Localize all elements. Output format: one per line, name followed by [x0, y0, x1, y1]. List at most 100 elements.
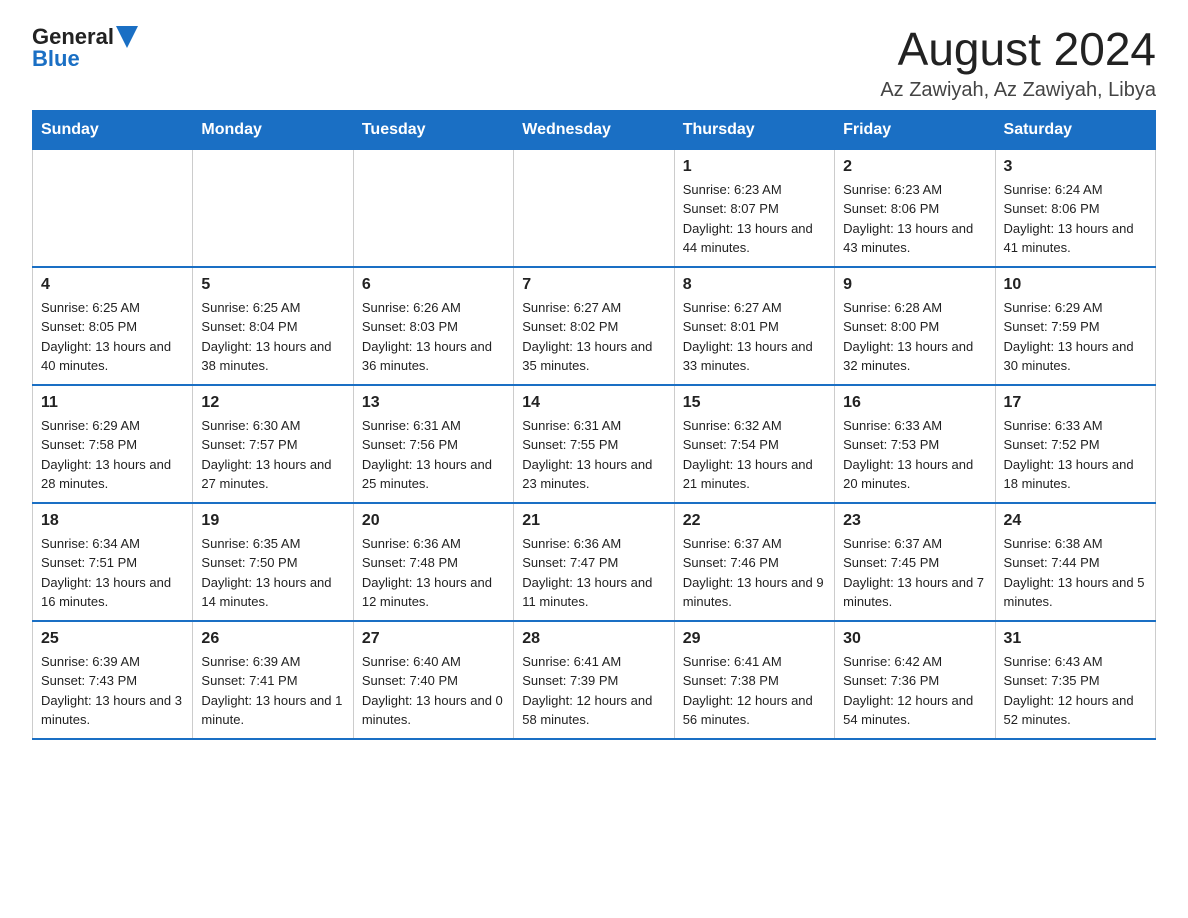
calendar-day-31: 31Sunrise: 6:43 AMSunset: 7:35 PMDayligh…	[995, 621, 1155, 739]
calendar-table: SundayMondayTuesdayWednesdayThursdayFrid…	[32, 110, 1156, 740]
day-number: 6	[362, 276, 505, 294]
calendar-day-12: 12 Sunrise: 6:30 AMSunset: 7:57 PMDayligh…	[193, 385, 353, 503]
day-info: Sunrise: 6:29 AMSunset: 7:59 PMDaylight:…	[1004, 298, 1147, 376]
weekday-header-friday: Friday	[835, 110, 995, 149]
calendar-day-11: 11Sunrise: 6:29 AMSunset: 7:58 PMDayligh…	[33, 385, 193, 503]
day-number: 25	[41, 630, 184, 648]
day-info: Sunrise: 6:31 AMSunset: 7:55 PMDaylight:…	[522, 416, 665, 494]
day-number: 8	[683, 276, 826, 294]
calendar-week-row: 1 Sunrise: 6:23 AMSunset: 8:07 PMDaylight…	[33, 149, 1156, 267]
day-info: Sunrise: 6:39 AMSunset: 7:43 PMDaylight:…	[41, 652, 184, 730]
calendar-day-24: 24 Sunrise: 6:38 AMSunset: 7:44 PMDayligh…	[995, 503, 1155, 621]
day-info: Sunrise: 6:27 AMSunset: 8:02 PMDaylight:…	[522, 298, 665, 376]
day-info: Sunrise: 6:41 AMSunset: 7:38 PMDaylight:…	[683, 652, 826, 730]
day-info: Sunrise: 6:37 AMSunset: 7:46 PMDaylight:…	[683, 534, 826, 612]
day-number: 11	[41, 394, 184, 412]
calendar-day-26: 26Sunrise: 6:39 AMSunset: 7:41 PMDayligh…	[193, 621, 353, 739]
day-number: 20	[362, 512, 505, 530]
calendar-day-29: 29Sunrise: 6:41 AMSunset: 7:38 PMDayligh…	[674, 621, 834, 739]
day-number: 16	[843, 394, 986, 412]
logo-blue-text: Blue	[32, 46, 80, 72]
day-info: Sunrise: 6:23 AMSunset: 8:07 PMDaylight:…	[683, 180, 826, 258]
day-number: 12	[201, 394, 344, 412]
calendar-week-row: 25 Sunrise: 6:39 AMSunset: 7:43 PMDayligh…	[33, 621, 1156, 739]
day-info: Sunrise: 6:28 AMSunset: 8:00 PMDaylight:…	[843, 298, 986, 376]
calendar-day-21: 21 Sunrise: 6:36 AMSunset: 7:47 PMDayligh…	[514, 503, 674, 621]
day-number: 18	[41, 512, 184, 530]
calendar-day-5: 5 Sunrise: 6:25 AMSunset: 8:04 PMDaylight…	[193, 267, 353, 385]
calendar-day-9: 9Sunrise: 6:28 AMSunset: 8:00 PMDaylight…	[835, 267, 995, 385]
weekday-header-sunday: Sunday	[33, 110, 193, 149]
day-info: Sunrise: 6:36 AMSunset: 7:47 PMDaylight:…	[522, 534, 665, 612]
calendar-title: August 2024	[880, 24, 1156, 75]
calendar-day-2: 2Sunrise: 6:23 AMSunset: 8:06 PMDaylight…	[835, 149, 995, 267]
weekday-header-saturday: Saturday	[995, 110, 1155, 149]
calendar-subtitle: Az Zawiyah, Az Zawiyah, Libya	[880, 79, 1156, 102]
weekday-header-row: SundayMondayTuesdayWednesdayThursdayFrid…	[33, 110, 1156, 149]
day-info: Sunrise: 6:40 AMSunset: 7:40 PMDaylight:…	[362, 652, 505, 730]
day-number: 24	[1004, 512, 1147, 530]
day-info: Sunrise: 6:30 AMSunset: 7:57 PMDaylight:…	[201, 416, 344, 494]
day-info: Sunrise: 6:32 AMSunset: 7:54 PMDaylight:…	[683, 416, 826, 494]
day-info: Sunrise: 6:43 AMSunset: 7:35 PMDaylight:…	[1004, 652, 1147, 730]
calendar-day-7: 7 Sunrise: 6:27 AMSunset: 8:02 PMDaylight…	[514, 267, 674, 385]
calendar-day-23: 23Sunrise: 6:37 AMSunset: 7:45 PMDayligh…	[835, 503, 995, 621]
day-info: Sunrise: 6:38 AMSunset: 7:44 PMDaylight:…	[1004, 534, 1147, 612]
day-info: Sunrise: 6:25 AMSunset: 8:05 PMDaylight:…	[41, 298, 184, 376]
logo-triangle-icon	[116, 26, 138, 48]
day-number: 3	[1004, 158, 1147, 176]
day-number: 21	[522, 512, 665, 530]
calendar-day-1: 1 Sunrise: 6:23 AMSunset: 8:07 PMDaylight…	[674, 149, 834, 267]
day-number: 17	[1004, 394, 1147, 412]
calendar-empty-cell	[514, 149, 674, 267]
day-number: 14	[522, 394, 665, 412]
calendar-day-15: 15 Sunrise: 6:32 AMSunset: 7:54 PMDayligh…	[674, 385, 834, 503]
day-info: Sunrise: 6:24 AMSunset: 8:06 PMDaylight:…	[1004, 180, 1147, 258]
calendar-body: 1 Sunrise: 6:23 AMSunset: 8:07 PMDaylight…	[33, 149, 1156, 739]
calendar-day-17: 17Sunrise: 6:33 AMSunset: 7:52 PMDayligh…	[995, 385, 1155, 503]
calendar-day-8: 8 Sunrise: 6:27 AMSunset: 8:01 PMDaylight…	[674, 267, 834, 385]
calendar-empty-cell	[193, 149, 353, 267]
day-info: Sunrise: 6:42 AMSunset: 7:36 PMDaylight:…	[843, 652, 986, 730]
day-number: 5	[201, 276, 344, 294]
day-info: Sunrise: 6:33 AMSunset: 7:53 PMDaylight:…	[843, 416, 986, 494]
day-info: Sunrise: 6:35 AMSunset: 7:50 PMDaylight:…	[201, 534, 344, 612]
day-number: 27	[362, 630, 505, 648]
calendar-day-10: 10 Sunrise: 6:29 AMSunset: 7:59 PMDayligh…	[995, 267, 1155, 385]
day-info: Sunrise: 6:25 AMSunset: 8:04 PMDaylight:…	[201, 298, 344, 376]
calendar-day-14: 14 Sunrise: 6:31 AMSunset: 7:55 PMDayligh…	[514, 385, 674, 503]
calendar-day-16: 16 Sunrise: 6:33 AMSunset: 7:53 PMDayligh…	[835, 385, 995, 503]
weekday-header-tuesday: Tuesday	[353, 110, 513, 149]
calendar-empty-cell	[33, 149, 193, 267]
day-info: Sunrise: 6:36 AMSunset: 7:48 PMDaylight:…	[362, 534, 505, 612]
day-number: 30	[843, 630, 986, 648]
day-number: 13	[362, 394, 505, 412]
calendar-day-27: 27 Sunrise: 6:40 AMSunset: 7:40 PMDayligh…	[353, 621, 513, 739]
day-number: 2	[843, 158, 986, 176]
calendar-header: SundayMondayTuesdayWednesdayThursdayFrid…	[33, 110, 1156, 149]
calendar-week-row: 4 Sunrise: 6:25 AMSunset: 8:05 PMDaylight…	[33, 267, 1156, 385]
calendar-empty-cell	[353, 149, 513, 267]
day-number: 1	[683, 158, 826, 176]
day-number: 7	[522, 276, 665, 294]
calendar-day-25: 25 Sunrise: 6:39 AMSunset: 7:43 PMDayligh…	[33, 621, 193, 739]
day-info: Sunrise: 6:27 AMSunset: 8:01 PMDaylight:…	[683, 298, 826, 376]
day-info: Sunrise: 6:39 AMSunset: 7:41 PMDaylight:…	[201, 652, 344, 730]
day-number: 4	[41, 276, 184, 294]
day-info: Sunrise: 6:41 AMSunset: 7:39 PMDaylight:…	[522, 652, 665, 730]
calendar-day-13: 13Sunrise: 6:31 AMSunset: 7:56 PMDayligh…	[353, 385, 513, 503]
title-block: August 2024 Az Zawiyah, Az Zawiyah, Liby…	[880, 24, 1156, 102]
calendar-day-19: 19 Sunrise: 6:35 AMSunset: 7:50 PMDayligh…	[193, 503, 353, 621]
calendar-week-row: 11Sunrise: 6:29 AMSunset: 7:58 PMDayligh…	[33, 385, 1156, 503]
day-number: 10	[1004, 276, 1147, 294]
calendar-day-22: 22 Sunrise: 6:37 AMSunset: 7:46 PMDayligh…	[674, 503, 834, 621]
calendar-day-6: 6Sunrise: 6:26 AMSunset: 8:03 PMDaylight…	[353, 267, 513, 385]
calendar-week-row: 18Sunrise: 6:34 AMSunset: 7:51 PMDayligh…	[33, 503, 1156, 621]
day-number: 28	[522, 630, 665, 648]
day-number: 23	[843, 512, 986, 530]
day-number: 15	[683, 394, 826, 412]
day-number: 19	[201, 512, 344, 530]
calendar-day-3: 3 Sunrise: 6:24 AMSunset: 8:06 PMDaylight…	[995, 149, 1155, 267]
weekday-header-thursday: Thursday	[674, 110, 834, 149]
day-number: 22	[683, 512, 826, 530]
